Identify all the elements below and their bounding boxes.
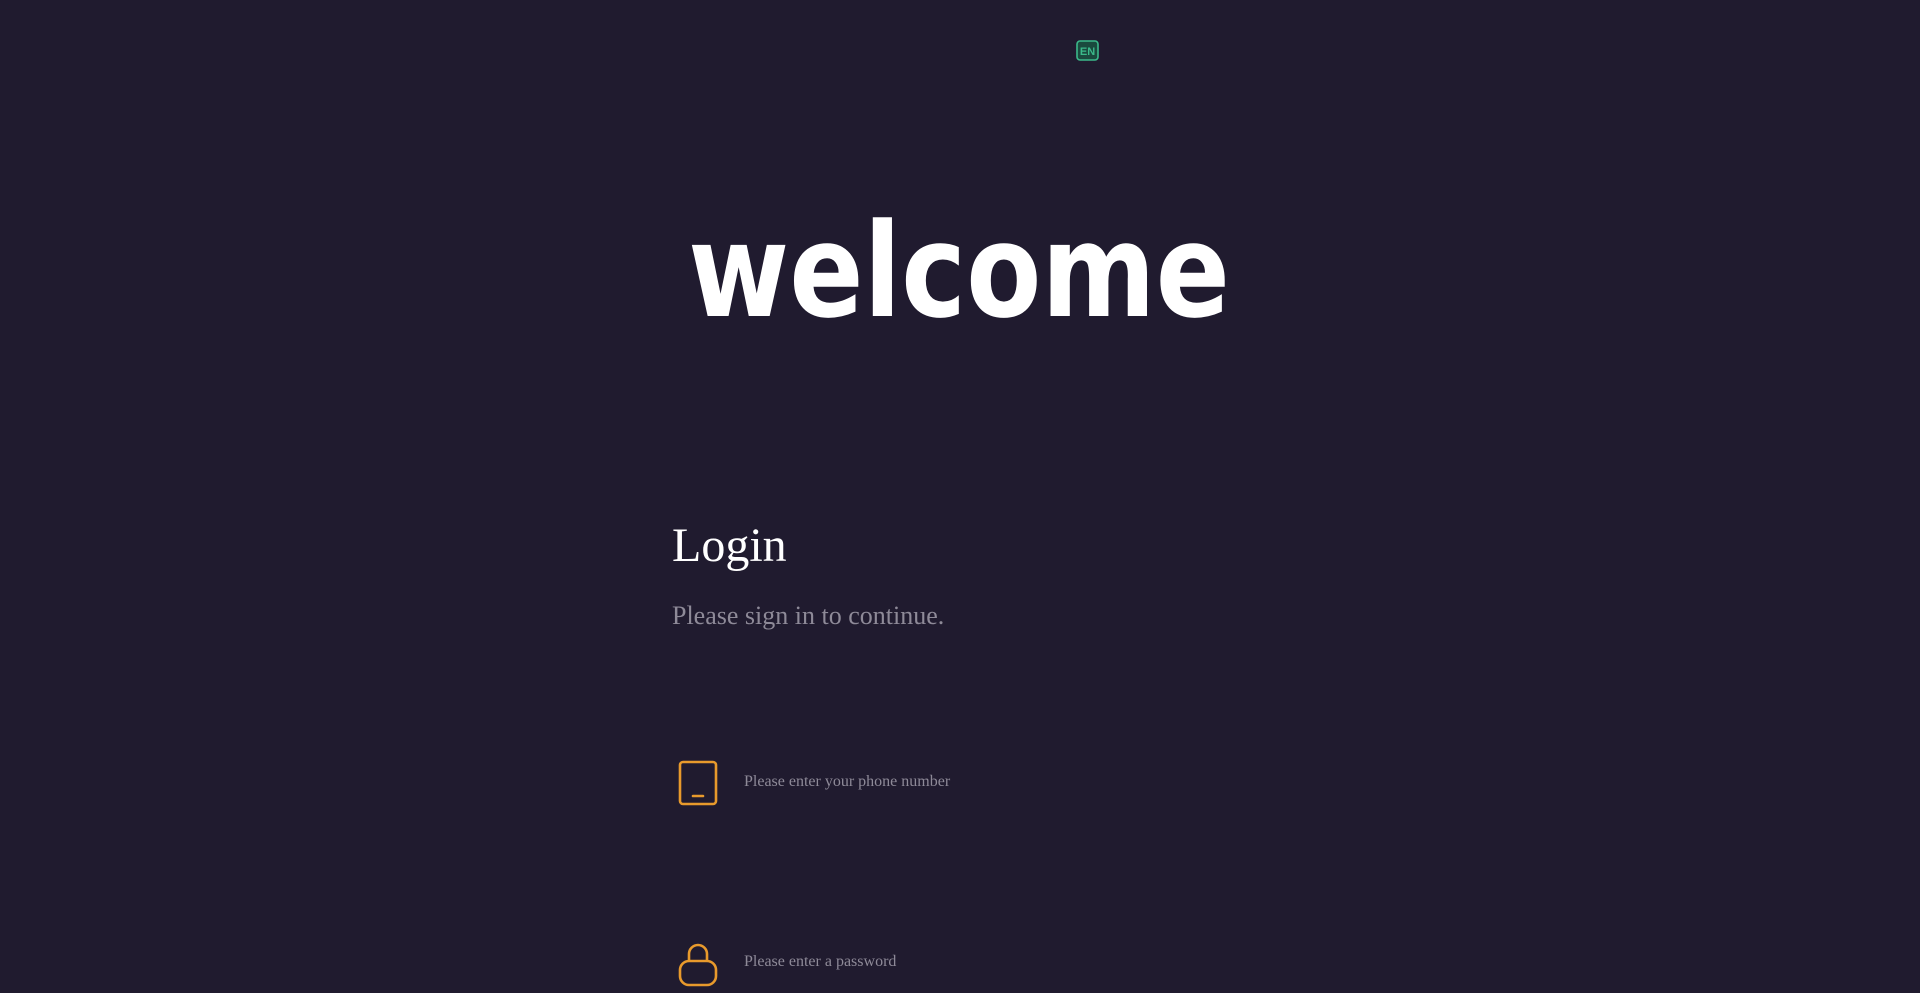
- welcome-wordmark: welcome: [688, 195, 1230, 330]
- tablet-icon: [672, 757, 724, 807]
- phone-field-row: [672, 757, 1272, 807]
- language-label: EN: [1080, 46, 1095, 58]
- phone-input[interactable]: [744, 762, 1224, 802]
- language-en-icon: EN: [1076, 40, 1099, 61]
- login-subtitle: Please sign in to continue.: [672, 601, 945, 630]
- password-input[interactable]: [744, 942, 1224, 982]
- password-field-row: [672, 937, 1272, 987]
- login-title: Login: [672, 519, 787, 572]
- lock-icon: [672, 937, 724, 987]
- welcome-heading: welcome: [688, 190, 1248, 330]
- welcome-title-text: welcome: [688, 195, 1230, 330]
- language-toggle-button[interactable]: EN: [1076, 40, 1100, 62]
